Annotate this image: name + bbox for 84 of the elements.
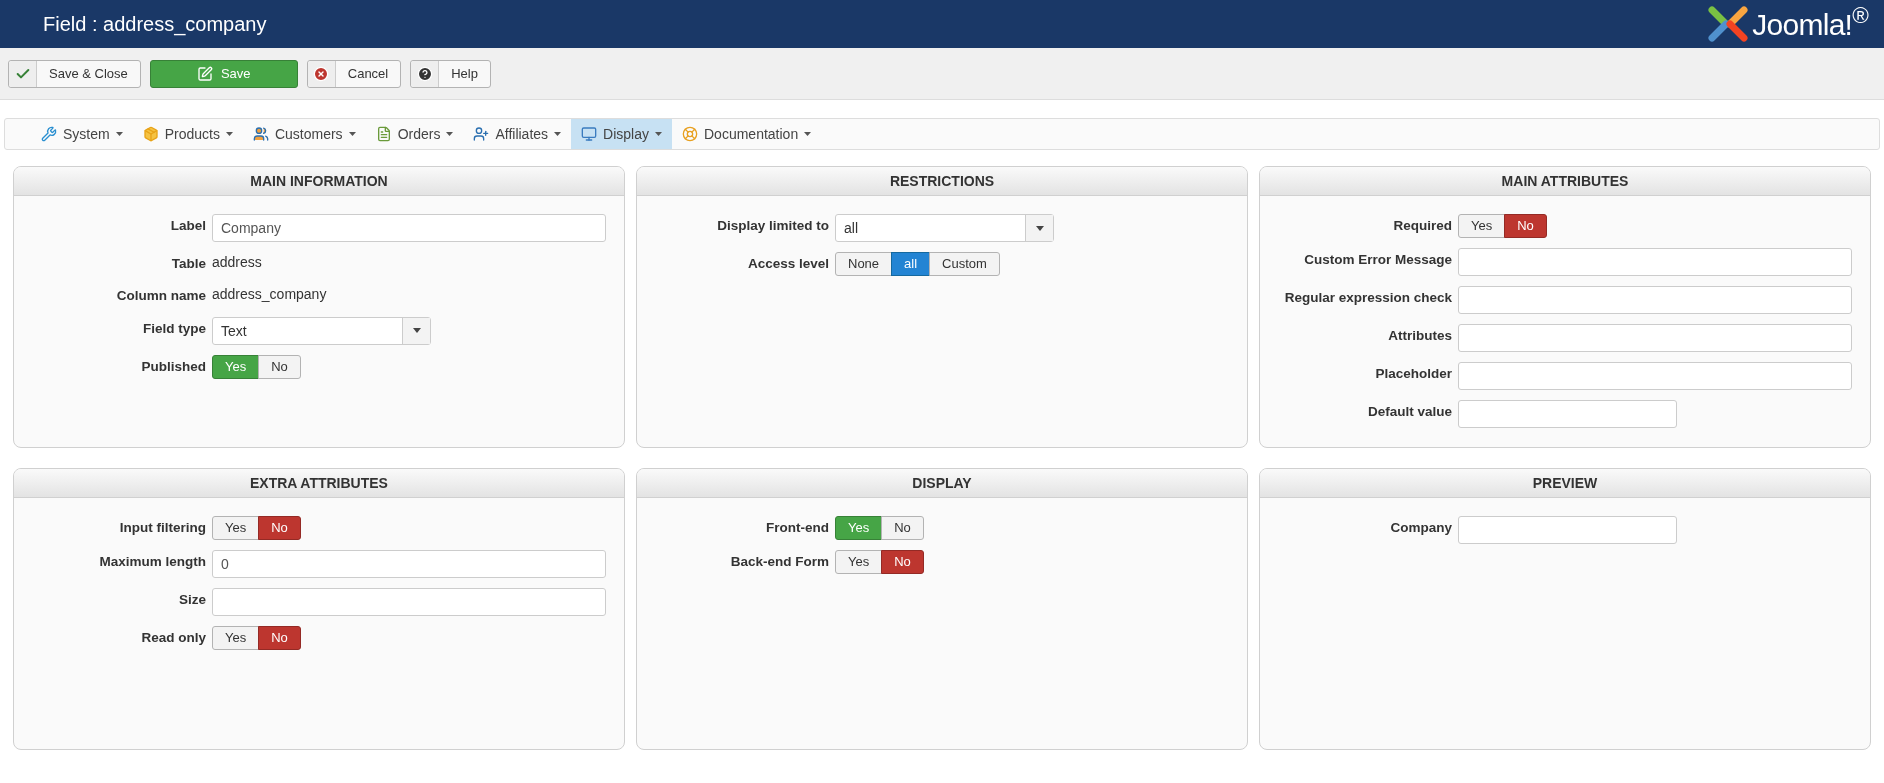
- caret-icon: [412, 328, 421, 333]
- field-label: Default value: [1366, 403, 1452, 421]
- input-field[interactable]: [1458, 324, 1852, 352]
- toggle-option[interactable]: all: [891, 252, 931, 276]
- input-field[interactable]: [1458, 248, 1852, 276]
- toggle-option[interactable]: No: [258, 354, 301, 379]
- panel-title: MAIN INFORMATION: [250, 171, 388, 191]
- field-label: Size: [178, 591, 206, 609]
- field-label: Label: [169, 217, 206, 235]
- toggle-option[interactable]: No: [1504, 214, 1547, 238]
- field-value: address: [212, 253, 262, 272]
- toggle-option[interactable]: Yes: [1458, 214, 1506, 238]
- caret-icon: [655, 132, 662, 136]
- field-label: Back-end Form: [729, 553, 829, 571]
- logo-text: Joomla!$^{®}$: [1752, 2, 1868, 43]
- document-icon: [375, 126, 392, 142]
- toggle-option[interactable]: No: [258, 626, 301, 650]
- panel-title: EXTRA ATTRIBUTES: [250, 473, 388, 493]
- close-icon: [313, 65, 330, 82]
- input-field[interactable]: 0: [212, 550, 606, 578]
- toggle-option[interactable]: No: [258, 516, 301, 540]
- toggle-option[interactable]: Yes: [212, 516, 260, 540]
- caret-icon: [554, 132, 562, 136]
- help-icon: [416, 65, 433, 82]
- menu-item[interactable]: System: [31, 119, 133, 149]
- input-field[interactable]: [1458, 516, 1677, 544]
- field-label: Regular expression check: [1283, 289, 1452, 307]
- field-label: Front-end: [765, 519, 829, 537]
- field-label: Attributes: [1387, 327, 1452, 345]
- input-field[interactable]: Company: [212, 214, 606, 242]
- toggle-option[interactable]: Yes: [212, 626, 260, 650]
- toolbar-button[interactable]: Cancel: [306, 59, 402, 88]
- toggle-option[interactable]: Custom: [929, 252, 1000, 276]
- monitor-icon: [581, 126, 598, 142]
- menu-item[interactable]: Affiliates: [463, 119, 572, 149]
- menu-item[interactable]: Customers: [242, 119, 366, 149]
- input-field[interactable]: [1458, 400, 1677, 428]
- caret-icon: [348, 132, 356, 136]
- window-title: Field : address_company: [43, 12, 267, 38]
- field-label: Field type: [142, 319, 206, 338]
- field-label: Maximum length: [98, 553, 206, 571]
- package-icon: [142, 126, 159, 142]
- menu-item[interactable]: Orders: [365, 119, 464, 149]
- field-label: Read only: [140, 629, 206, 647]
- caret-icon: [225, 132, 233, 136]
- field-label: Display limited to: [716, 217, 829, 235]
- toggle-option[interactable]: No: [881, 550, 924, 574]
- logo-icon: [1708, 6, 1749, 42]
- field-label: Custom Error Message: [1303, 251, 1452, 269]
- field-label: Placeholder: [1374, 365, 1452, 383]
- toolbar-button[interactable]: Save & Close: [8, 59, 141, 88]
- field-label: Required: [1392, 217, 1452, 235]
- field-label: Published: [140, 357, 206, 376]
- menu-item[interactable]: Display: [571, 119, 672, 149]
- lifebuoy-icon: [682, 126, 698, 142]
- input-field[interactable]: [212, 588, 606, 616]
- toolbar-button[interactable]: Help: [410, 59, 491, 88]
- field-label: Access level: [746, 255, 829, 273]
- caret-icon: [115, 132, 123, 136]
- panel-title: MAIN ATTRIBUTES: [1501, 171, 1629, 191]
- toggle-option[interactable]: None: [835, 252, 893, 276]
- caret-icon: [446, 132, 454, 136]
- wrench-icon: [41, 126, 57, 142]
- user-plus-icon: [473, 126, 490, 142]
- panel-title: RESTRICTIONS: [889, 171, 995, 191]
- field-label: Column name: [115, 287, 206, 306]
- users-icon: [252, 126, 269, 142]
- toggle-option[interactable]: Yes: [835, 550, 883, 574]
- field-label: Table: [170, 255, 206, 273]
- caret-icon: [804, 132, 812, 136]
- edit-icon: [196, 65, 213, 82]
- caret-icon: [1035, 225, 1044, 231]
- select-field[interactable]: Text: [212, 316, 431, 345]
- field-label: Company: [1389, 519, 1452, 537]
- menu-item[interactable]: Products: [132, 119, 243, 149]
- field-value: address_company: [212, 285, 327, 305]
- panel-title: PREVIEW: [1532, 473, 1598, 493]
- select-field[interactable]: all: [835, 214, 1054, 242]
- input-field[interactable]: [1458, 362, 1852, 390]
- menu-item[interactable]: Documentation: [672, 119, 822, 149]
- field-label: Input filtering: [118, 519, 206, 537]
- panel-title: DISPLAY: [912, 473, 972, 493]
- toggle-option[interactable]: No: [881, 516, 924, 540]
- input-field[interactable]: [1458, 286, 1852, 314]
